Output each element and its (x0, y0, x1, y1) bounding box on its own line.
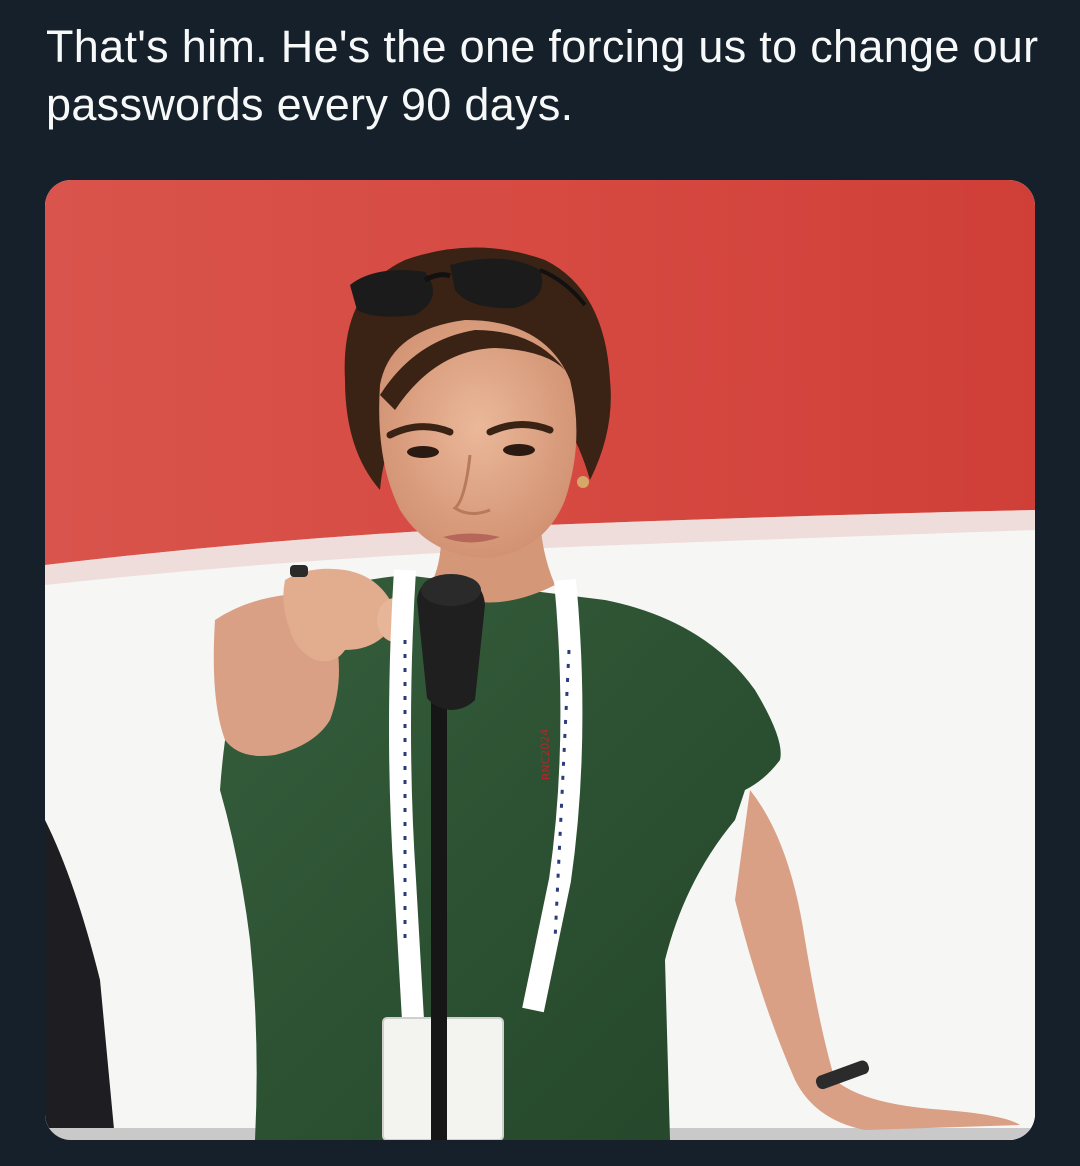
tweet-image[interactable]: RNC2024 (45, 180, 1035, 1140)
earring (577, 476, 589, 488)
eye-left (407, 446, 439, 458)
tweet-text: That's him. He's the one forcing us to c… (46, 21, 1039, 130)
eye-right (503, 444, 535, 456)
lanyard-text: RNC2024 (538, 728, 553, 780)
watch-band (290, 565, 308, 577)
mic-stand (431, 700, 447, 1140)
photo: RNC2024 (45, 180, 1035, 1140)
